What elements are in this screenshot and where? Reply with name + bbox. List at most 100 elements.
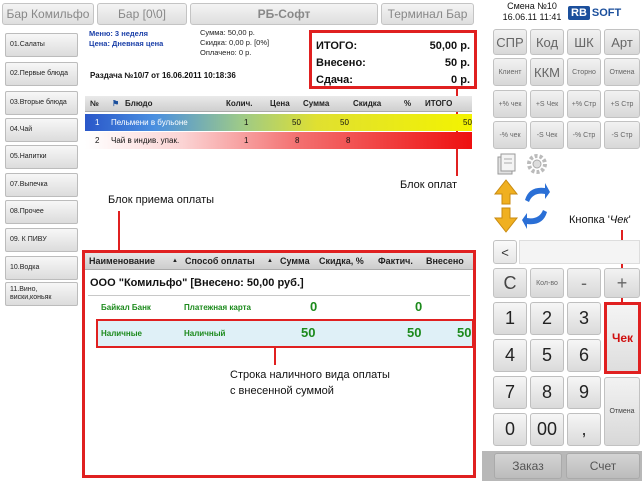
tab-terminal-bar[interactable]: Терминал Бар (381, 3, 474, 25)
digit-4-button[interactable]: 4 (493, 339, 527, 372)
annotation-line-priema (118, 211, 120, 251)
backspace-button[interactable]: < (493, 240, 517, 264)
minus-button[interactable]: - (567, 268, 601, 298)
gear-icon[interactable] (524, 151, 550, 177)
category-button[interactable]: 11.Вино, виски,коньяк (5, 282, 78, 306)
category-button[interactable]: 01.Салаты (5, 33, 78, 57)
vneseno-label: Внесено: (316, 56, 366, 69)
category-button[interactable]: 04.Чай (5, 118, 78, 142)
up-down-arrow-icon[interactable] (493, 178, 519, 234)
digit-00-button[interactable]: 00 (530, 413, 564, 446)
s-str-plus-button[interactable]: +S Стр (604, 90, 640, 118)
digit-2-button[interactable]: 2 (530, 302, 564, 335)
keypad-input-display (519, 240, 640, 264)
quantity-button[interactable]: Кол-во (530, 268, 564, 298)
digit-7-button[interactable]: 7 (493, 376, 527, 409)
sum-info: Сумма: 50,00 р. (200, 28, 255, 37)
s-chek-plus-button[interactable]: +S Чек (530, 90, 564, 118)
pct-str-minus-button[interactable]: -% Стр (567, 121, 601, 149)
logo-rb: RB (568, 6, 590, 20)
col-price: Цена (270, 99, 290, 108)
paid-info: Оплачено: 0 р. (200, 48, 252, 57)
otmena-button[interactable]: Отмена (604, 377, 640, 446)
itogo-value: 50,00 р. (429, 39, 470, 52)
sort-arrow-icon[interactable]: ▲ (267, 258, 273, 264)
row-qty: 1 (244, 136, 249, 145)
otmena-small-button[interactable]: Отмена (604, 58, 640, 86)
row-num: 1 (95, 118, 100, 127)
schet-button[interactable]: Счет (566, 453, 640, 479)
receipt-stack-icon[interactable] (493, 151, 519, 177)
art-button[interactable]: Арт (604, 29, 640, 55)
payment-table-header: Наименование ▲ Способ оплаты ▲ Сумма Ски… (85, 253, 473, 270)
row-qty: 1 (244, 118, 249, 127)
pay-row-card-method[interactable]: Платежная карта (184, 303, 251, 312)
table-row[interactable]: 2 Чай в индив. упак. 1 8 8 (85, 132, 472, 149)
col-pay-fact: Фактич. (378, 256, 413, 266)
sort-arrow-icon[interactable]: ▲ (172, 258, 178, 264)
annotation-knopka-chek: Кнопка 'Чек' (569, 214, 631, 226)
pct-chek-plus-button[interactable]: +% чек (493, 90, 527, 118)
tab-bar-komilfo[interactable]: Бар Комильфо (2, 3, 94, 25)
table-row[interactable]: 1 Пельмени в бульоне 1 50 50 50 (85, 114, 472, 131)
shk-button[interactable]: ШК (567, 29, 601, 55)
payments-totals-block: ИТОГО: 50,00 р. Внесено: 50 р. Сдача: 0 р. (309, 30, 477, 89)
digit-8-button[interactable]: 8 (530, 376, 564, 409)
digit-9-button[interactable]: 9 (567, 376, 601, 409)
comma-button[interactable]: , (567, 413, 601, 446)
pay-row-card-fact[interactable]: 0 (415, 299, 422, 314)
tab-bar-00[interactable]: Бар [0\0] (97, 3, 187, 25)
refresh-arrows-icon[interactable] (521, 180, 551, 232)
category-button[interactable]: 03.Вторые блюда (5, 91, 78, 115)
category-button[interactable]: 02.Первые блюда (5, 62, 78, 86)
cash-payment-row[interactable]: Наличные Наличный 50 50 50 (96, 319, 474, 348)
items-table-header: № ⚑ Блюдо Колич. Цена Сумма Скидка % ИТО… (85, 96, 472, 112)
spr-button[interactable]: СПР (493, 29, 527, 55)
annotation-blok-oplat: Блок оплат (400, 179, 458, 191)
zakaz-button[interactable]: Заказ (494, 453, 562, 479)
s-chek-minus-button[interactable]: -S Чек (530, 121, 564, 149)
annotation-line-stroka (274, 348, 276, 365)
category-button[interactable]: 07.Выпечка (5, 173, 78, 197)
kkm-button[interactable]: ККМ (530, 58, 564, 86)
digit-3-button[interactable]: 3 (567, 302, 601, 335)
chek-button[interactable]: Чек (604, 302, 641, 374)
pay-row-cash-sum: 50 (301, 325, 316, 340)
digit-0-button[interactable]: 0 (493, 413, 527, 446)
category-button[interactable]: 05.Напитки (5, 145, 78, 169)
annotation-stroka: Строка наличного вида оплаты с внесенной… (230, 367, 390, 399)
payment-acceptance-block: Наименование ▲ Способ оплаты ▲ Сумма Ски… (82, 250, 476, 478)
organization-group: ООО "Комильфо" [Внесено: 50,00 руб.] (90, 277, 304, 289)
price-info: Цена: Дневная цена (89, 39, 164, 48)
category-button[interactable]: 10.Водка (5, 256, 78, 280)
shift-datetime: 16.06.11 11:41 (502, 12, 562, 22)
col-pct: % (404, 99, 412, 108)
row-sum: 50 (340, 118, 349, 127)
storno-button[interactable]: Сторно (567, 58, 601, 86)
klient-button[interactable]: Клиент (493, 58, 527, 86)
clear-button[interactable]: C (493, 268, 527, 298)
annotation-stroka-line1: Строка наличного вида оплаты (230, 369, 390, 381)
row-price: 50 (292, 118, 301, 127)
shift-number: Смена №10 (507, 1, 557, 11)
digit-5-button[interactable]: 5 (530, 339, 564, 372)
row-sum: 8 (346, 136, 351, 145)
razdacha-info: Раздача №10/7 от 16.06.2011 10:18:36 (90, 71, 236, 80)
sdacha-label: Сдача: (316, 73, 353, 86)
tab-rb-soft[interactable]: РБ-Софт (190, 3, 378, 25)
row-num: 2 (95, 136, 100, 145)
col-dish: Блюдо (125, 99, 153, 108)
pay-row-cash-name: Наличные (101, 329, 142, 338)
plus-button[interactable]: + (604, 268, 640, 298)
kod-button[interactable]: Код (530, 29, 564, 55)
s-str-minus-button[interactable]: -S Стр (604, 121, 640, 149)
vneseno-value: 50 р. (444, 56, 470, 69)
pay-row-card-sum[interactable]: 0 (310, 299, 317, 314)
digit-6-button[interactable]: 6 (567, 339, 601, 372)
pay-row-card-name[interactable]: Байкал Банк (101, 303, 151, 312)
pct-str-plus-button[interactable]: +% Стр (567, 90, 601, 118)
pct-chek-minus-button[interactable]: -% чек (493, 121, 527, 149)
category-button[interactable]: 09. К ПИВУ (5, 228, 78, 252)
category-button[interactable]: 08.Прочее (5, 200, 78, 224)
digit-1-button[interactable]: 1 (493, 302, 527, 335)
